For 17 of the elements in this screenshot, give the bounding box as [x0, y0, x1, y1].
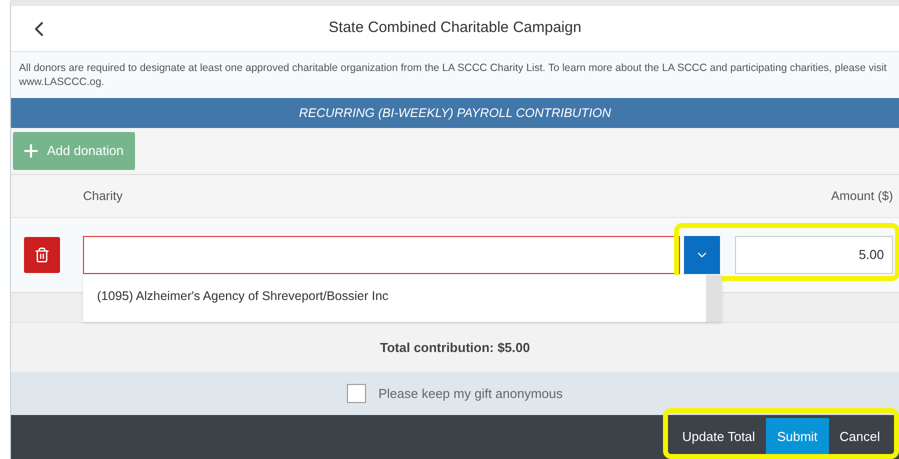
- page-title: State Combined Charitable Campaign: [328, 18, 582, 38]
- scrollbar[interactable]: [706, 275, 722, 322]
- column-header: Charity: [83, 188, 123, 205]
- notice-text: All donors are required to designate at least one approved charitable organization from the LA SCCC Charity List. To learn more about the LA SCCC and participating charities, please visit www.LASCCC.og.: [11, 52, 899, 98]
- dropdown-option[interactable]: (1095) Alzheimer's Agency of Shreveport/Bossier Inc: [97, 287, 706, 306]
- footer-button[interactable]: Update Total: [671, 418, 766, 456]
- trash-icon: [34, 247, 50, 263]
- amount-field[interactable]: 5.00: [735, 236, 893, 274]
- checkbox-label: Please keep my gift anonymous: [378, 384, 563, 403]
- section-banner: RECURRING (BI-WEEKLY) PAYROLL CONTRIBUTION: [11, 98, 899, 128]
- charity-field[interactable]: [83, 236, 680, 274]
- anonymous-checkbox[interactable]: [347, 384, 366, 403]
- plus-icon: [21, 141, 41, 161]
- delete-button[interactable]: [24, 237, 60, 273]
- column-header: Amount ($): [831, 188, 893, 205]
- total-text: Total contribution: $5.00: [380, 338, 530, 357]
- footer-button[interactable]: Cancel: [828, 418, 891, 456]
